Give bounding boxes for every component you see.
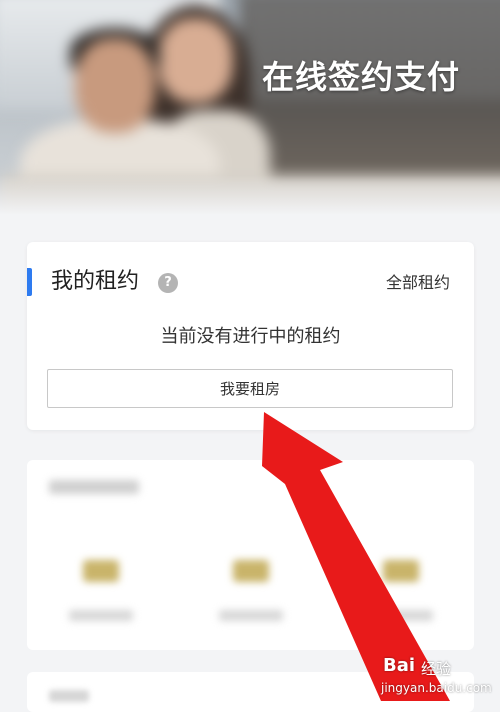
rent-house-button[interactable]: 我要租房 — [47, 369, 453, 408]
service-label — [69, 610, 133, 621]
section-accent-bar — [27, 268, 32, 296]
watermark-brand-suffix: 经验 — [421, 660, 452, 678]
my-rental-card: 我的租约 ? 全部租约 当前没有进行中的租约 我要租房 — [27, 242, 474, 430]
service-icon[interactable] — [233, 560, 269, 582]
baidu-jingyan-watermark: Bai 经验 jingyan.baidu.com — [381, 655, 496, 699]
all-rentals-link[interactable]: 全部租约 — [386, 272, 450, 294]
service-icon[interactable] — [83, 560, 119, 582]
question-circle-icon[interactable]: ? — [158, 273, 178, 293]
hero-banner[interactable]: 在线签约支付 — [0, 0, 500, 215]
services-card — [27, 460, 474, 650]
empty-state-message: 当前没有进行中的租约 — [160, 326, 341, 347]
watermark-url: jingyan.baidu.com — [381, 681, 492, 695]
service-label — [369, 610, 433, 621]
service-label — [219, 610, 283, 621]
service-icon[interactable] — [383, 560, 419, 582]
banner-title: 在线签约支付 — [262, 58, 461, 96]
services-heading — [49, 480, 139, 494]
watermark-brand: Bai — [383, 655, 416, 676]
section-title: 我的租约 — [51, 269, 140, 294]
